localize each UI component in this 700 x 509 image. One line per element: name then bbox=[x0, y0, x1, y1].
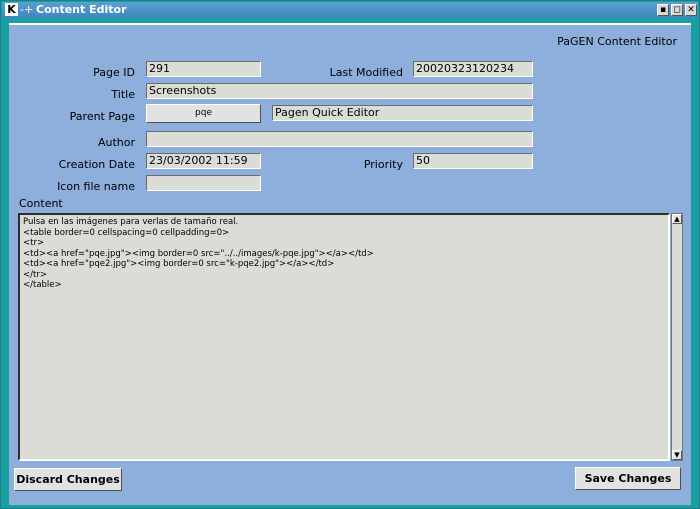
page-id-field[interactable]: 291 bbox=[146, 61, 261, 77]
parent-page-label: Parent Page bbox=[69, 110, 135, 123]
maximize-icon[interactable]: ◻ bbox=[671, 4, 683, 16]
close-icon[interactable]: ✕ bbox=[685, 4, 697, 16]
author-label: Author bbox=[97, 136, 135, 149]
minimize-icon[interactable]: ▪ bbox=[657, 4, 669, 16]
editor-panel: PaGEN Content Editor Page ID 291 Last Mo… bbox=[9, 23, 691, 505]
kde-app-icon[interactable]: K bbox=[5, 3, 18, 16]
icon-file-field[interactable] bbox=[146, 175, 261, 191]
discard-changes-button[interactable]: Discard Changes bbox=[14, 468, 122, 491]
scroll-up-icon[interactable]: ▲ bbox=[672, 214, 682, 224]
icon-file-label: Icon file name bbox=[57, 180, 135, 193]
last-modified-label: Last Modified bbox=[329, 66, 403, 79]
save-changes-button[interactable]: Save Changes bbox=[575, 467, 681, 490]
scroll-down-icon[interactable]: ▼ bbox=[672, 450, 682, 460]
title-bar[interactable]: K -+ Content Editor ▪ ◻ ✕ bbox=[2, 2, 698, 18]
content-label: Content bbox=[19, 197, 63, 210]
window-title: Content Editor bbox=[36, 3, 127, 16]
pin-icon[interactable]: -+ bbox=[20, 2, 33, 18]
creation-date-label: Creation Date bbox=[58, 158, 135, 171]
creation-date-field[interactable]: 23/03/2002 11:59 bbox=[146, 153, 261, 169]
parent-page-button[interactable]: pqe bbox=[146, 104, 261, 123]
author-field[interactable] bbox=[146, 131, 533, 147]
content-textarea[interactable]: Pulsa en las imágenes para verlas de tam… bbox=[18, 213, 670, 461]
content-scrollbar[interactable]: ▲ ▼ bbox=[671, 213, 683, 461]
app-name-label: PaGEN Content Editor bbox=[557, 35, 677, 48]
title-field[interactable]: Screenshots bbox=[146, 83, 533, 99]
parent-page-name-field[interactable]: Pagen Quick Editor bbox=[272, 105, 533, 121]
priority-label: Priority bbox=[363, 158, 403, 171]
priority-field[interactable]: 50 bbox=[413, 153, 533, 169]
content-text: Pulsa en las imágenes para verlas de tam… bbox=[23, 217, 374, 290]
last-modified-field[interactable]: 20020323120234 bbox=[413, 61, 533, 77]
title-label: Title bbox=[111, 88, 135, 101]
page-id-label: Page ID bbox=[93, 66, 135, 79]
content-editor-window: K -+ Content Editor ▪ ◻ ✕ PaGEN Content … bbox=[0, 0, 700, 509]
